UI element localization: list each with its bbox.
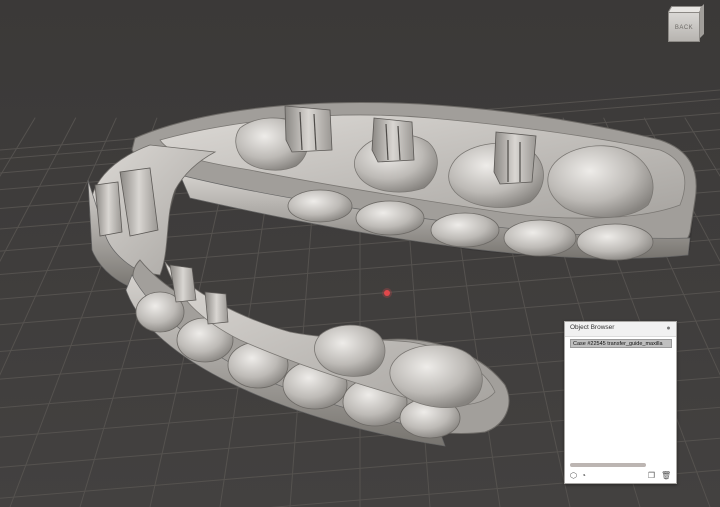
- eye-icon[interactable]: ◔: [579, 471, 588, 480]
- 3d-viewport[interactable]: BACK Object Browser ● Case #22545 transf…: [0, 0, 720, 507]
- object-browser-footer: ⬡ ◔ ❐ 🗑: [565, 469, 676, 483]
- object-browser-item-label: Case #22545 transfer_guide_maxilla: [573, 341, 663, 347]
- trash-icon[interactable]: 🗑: [661, 471, 671, 480]
- duplicate-icon[interactable]: ❐: [647, 471, 656, 480]
- view-cube-side-face[interactable]: [700, 4, 704, 38]
- view-cube-back-face[interactable]: BACK: [668, 12, 700, 42]
- object-browser-item[interactable]: Case #22545 transfer_guide_maxilla: [570, 339, 672, 348]
- cube-icon[interactable]: ⬡: [569, 471, 578, 480]
- object-browser-scrollbar[interactable]: [570, 463, 646, 467]
- object-browser-title: Object Browser: [570, 324, 615, 331]
- object-browser-panel: Object Browser ● Case #22545 transfer_gu…: [564, 321, 677, 484]
- object-browser-titlebar[interactable]: Object Browser ●: [565, 322, 676, 337]
- view-cube[interactable]: BACK: [664, 4, 704, 44]
- close-icon[interactable]: ●: [665, 325, 672, 332]
